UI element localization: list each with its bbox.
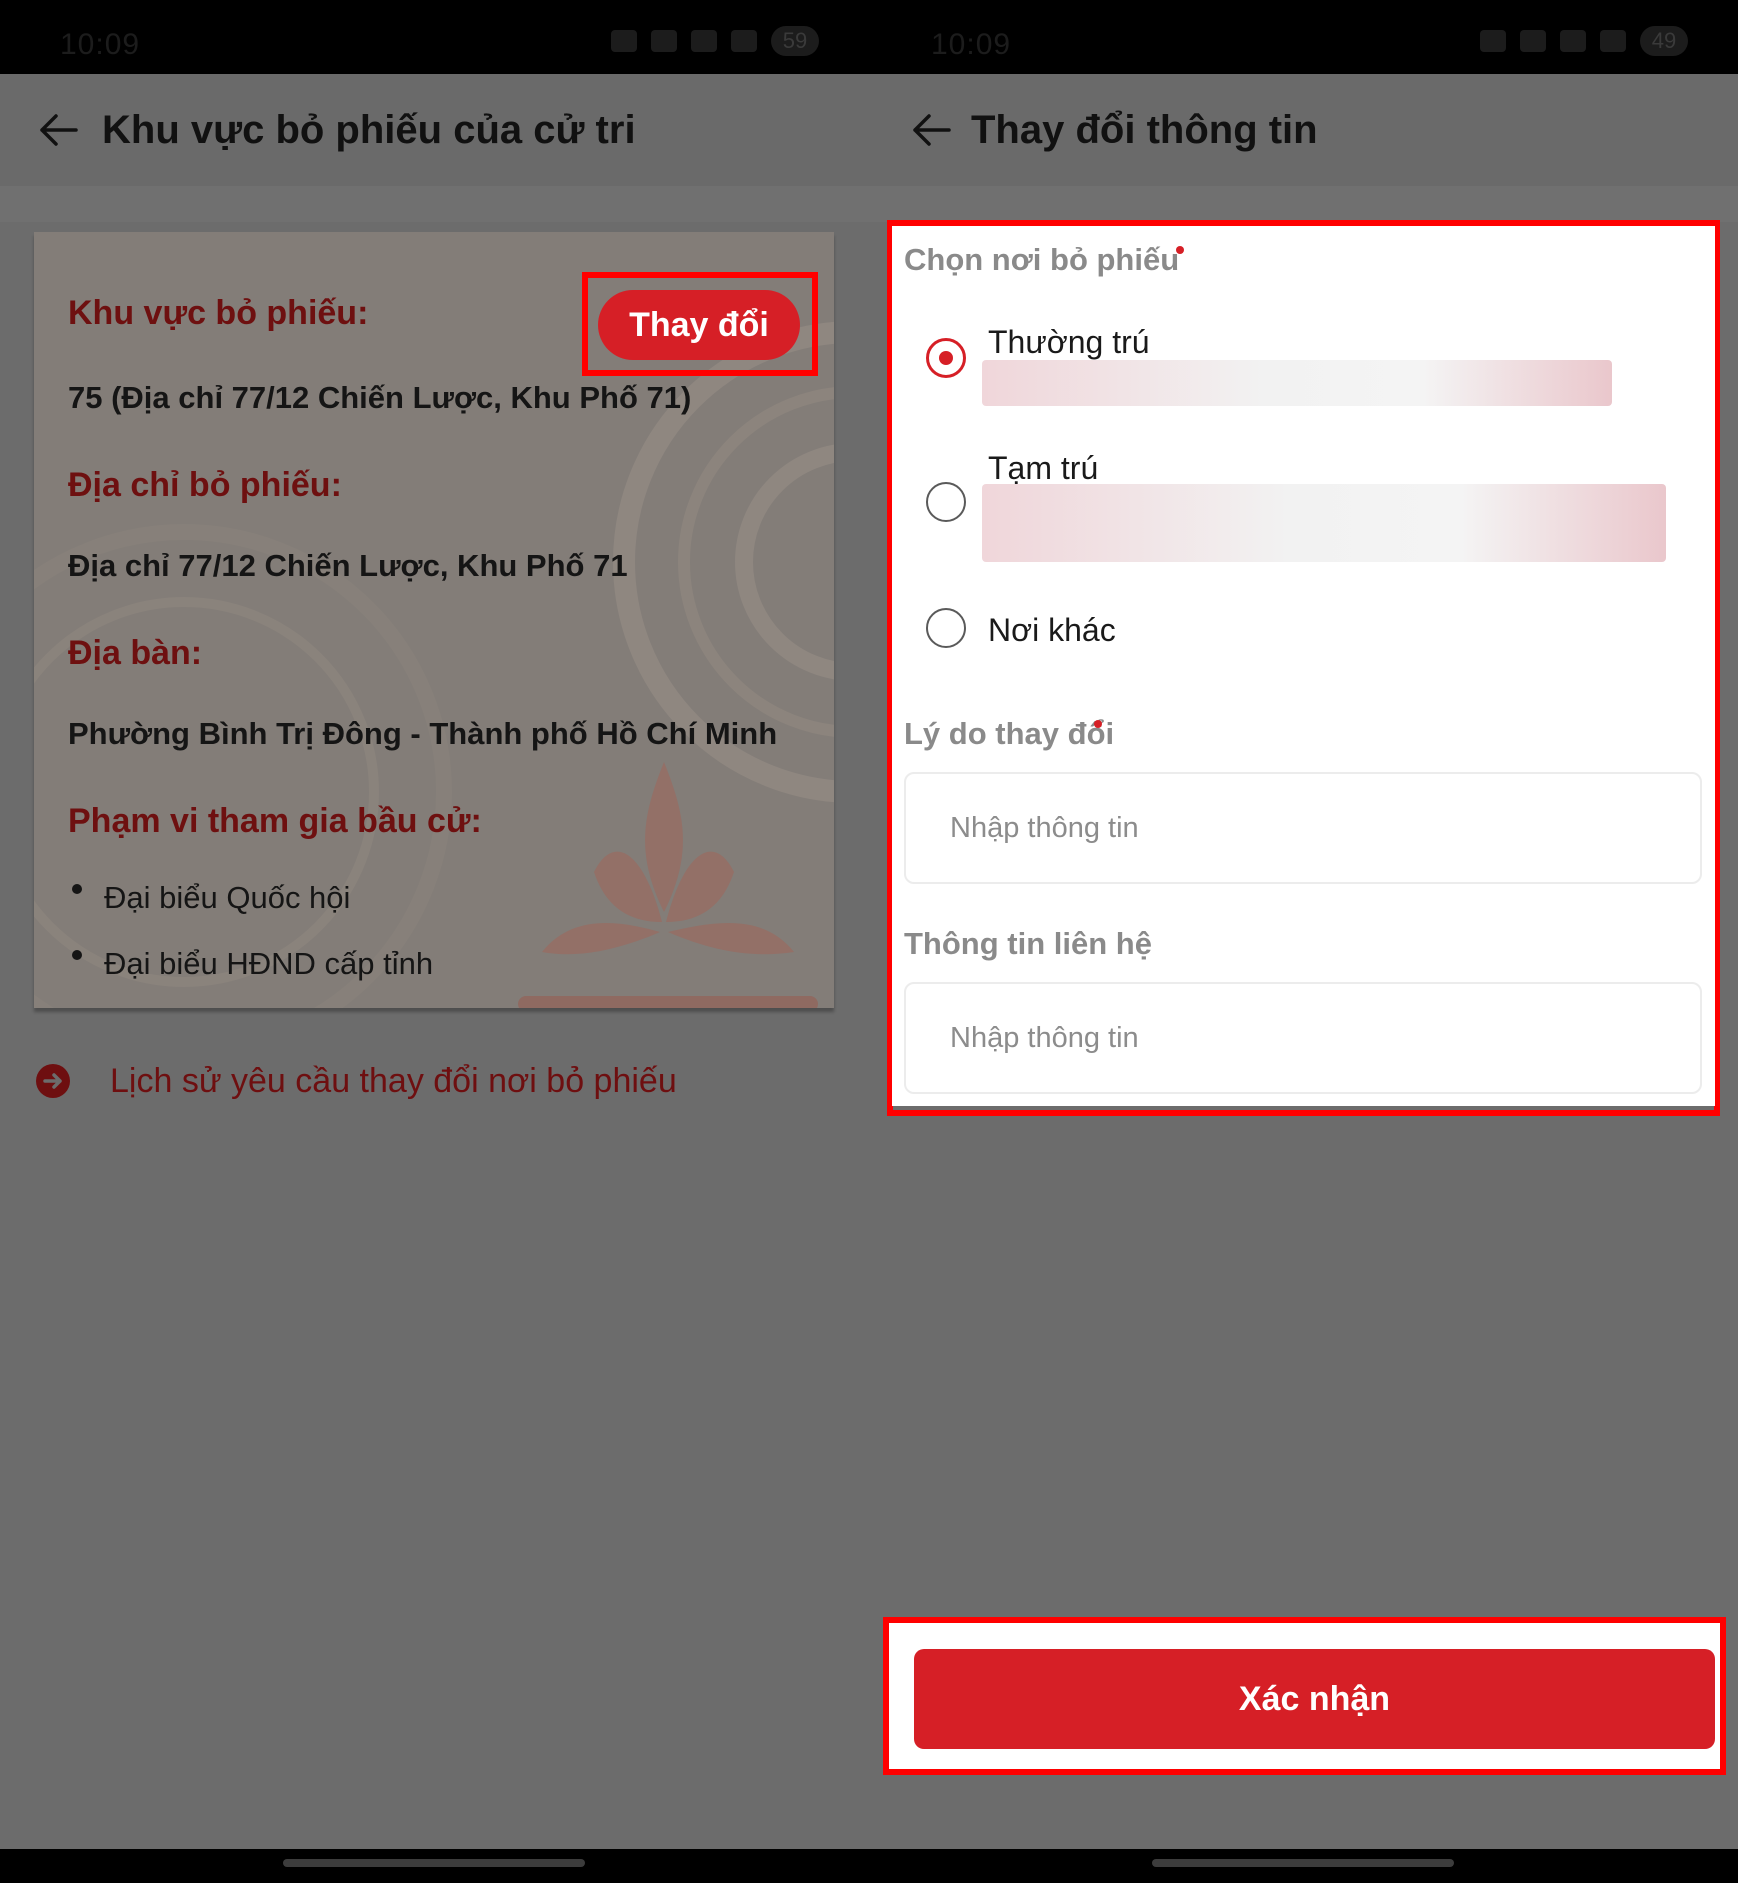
system-nav-bar <box>0 1849 869 1883</box>
choose-place-label: Chọn nơi bỏ phiếu <box>904 242 1180 277</box>
nfc-icon <box>651 30 677 52</box>
reason-input[interactable] <box>906 774 1700 882</box>
reason-input-box <box>904 772 1702 884</box>
option-temporary-label: Tạm trú <box>988 450 1099 486</box>
status-time: 10:09 <box>60 28 141 61</box>
back-arrow-icon[interactable] <box>36 110 80 150</box>
home-indicator[interactable] <box>1152 1859 1454 1867</box>
app-bar: Khu vực bỏ phiếu của cử tri <box>0 74 869 186</box>
wifi-icon <box>691 30 717 52</box>
voting-area-value: 75 (Địa chỉ 77/12 Chiến Lược, Khu Phố 71… <box>68 380 692 415</box>
contact-input[interactable] <box>906 984 1700 1092</box>
history-link-label: Lịch sử yêu cầu thay đổi nơi bỏ phiếu <box>110 1062 677 1100</box>
status-bar: 10:09 59 <box>0 0 869 74</box>
required-indicator <box>1094 720 1102 728</box>
signal-icon <box>731 30 757 52</box>
redacted-address <box>982 360 1612 406</box>
confirm-area: Xác nhận <box>883 1617 1726 1775</box>
option-other-label: Nơi khác <box>988 612 1116 648</box>
history-link[interactable]: Lịch sử yêu cầu thay đổi nơi bỏ phiếu <box>36 1060 677 1102</box>
home-indicator[interactable] <box>283 1859 585 1867</box>
wifi-icon <box>1560 30 1586 52</box>
scope-item: Đại biểu Quốc hội <box>104 880 351 915</box>
voting-area-label: Khu vực bỏ phiếu: <box>68 294 369 332</box>
contact-input-box <box>904 982 1702 1094</box>
radio-temporary-residence[interactable] <box>926 482 966 522</box>
required-indicator <box>1176 246 1184 254</box>
status-icons: 59 <box>611 26 819 56</box>
bullet-icon <box>72 884 82 894</box>
radio-other-place[interactable] <box>926 608 966 648</box>
locality-label: Địa bàn: <box>68 634 203 672</box>
signal-icon <box>1600 30 1626 52</box>
arrow-right-circle-icon <box>36 1064 70 1098</box>
battery-icon: 49 <box>1640 26 1688 56</box>
divider <box>869 186 1738 222</box>
heart-icon <box>1480 30 1506 52</box>
battery-icon: 59 <box>771 26 819 56</box>
status-bar: 10:09 49 <box>869 0 1738 74</box>
left-screen: 10:09 59 Khu vực bỏ phiếu của cử tri Khu… <box>0 0 869 1883</box>
status-time: 10:09 <box>931 28 1012 61</box>
locality-value: Phường Bình Trị Đông - Thành phố Hồ Chí … <box>68 716 778 751</box>
reason-label: Lý do thay đổi <box>904 716 1115 751</box>
divider <box>0 186 869 222</box>
page-title: Khu vực bỏ phiếu của cử tri <box>102 108 636 152</box>
system-nav-bar <box>869 1849 1738 1883</box>
scope-item: Đại biểu HĐND cấp tỉnh <box>104 946 434 981</box>
right-screen: 10:09 49 Thay đổi thông tin Chọn nơi bỏ … <box>869 0 1738 1883</box>
status-icons: 49 <box>1480 26 1688 56</box>
back-arrow-icon[interactable] <box>909 110 953 150</box>
confirm-button[interactable]: Xác nhận <box>914 1649 1715 1749</box>
contact-label: Thông tin liên hệ <box>904 926 1152 961</box>
heart-icon <box>611 30 637 52</box>
voting-address-value: Địa chỉ 77/12 Chiến Lược, Khu Phố 71 <box>68 548 628 583</box>
change-button[interactable]: Thay đổi <box>598 290 800 360</box>
page-title: Thay đổi thông tin <box>971 108 1318 152</box>
redacted-address <box>982 484 1666 562</box>
radio-permanent-residence[interactable] <box>926 338 966 378</box>
change-info-form: Chọn nơi bỏ phiếu Thường trú Tạm trú Nơi… <box>892 226 1715 1106</box>
bullet-icon <box>72 950 82 960</box>
voting-address-label: Địa chỉ bỏ phiếu: <box>68 466 342 504</box>
option-permanent-label: Thường trú <box>988 324 1150 360</box>
nfc-icon <box>1520 30 1546 52</box>
app-bar: Thay đổi thông tin <box>869 74 1738 186</box>
election-scope-label: Phạm vi tham gia bầu cử: <box>68 802 482 840</box>
